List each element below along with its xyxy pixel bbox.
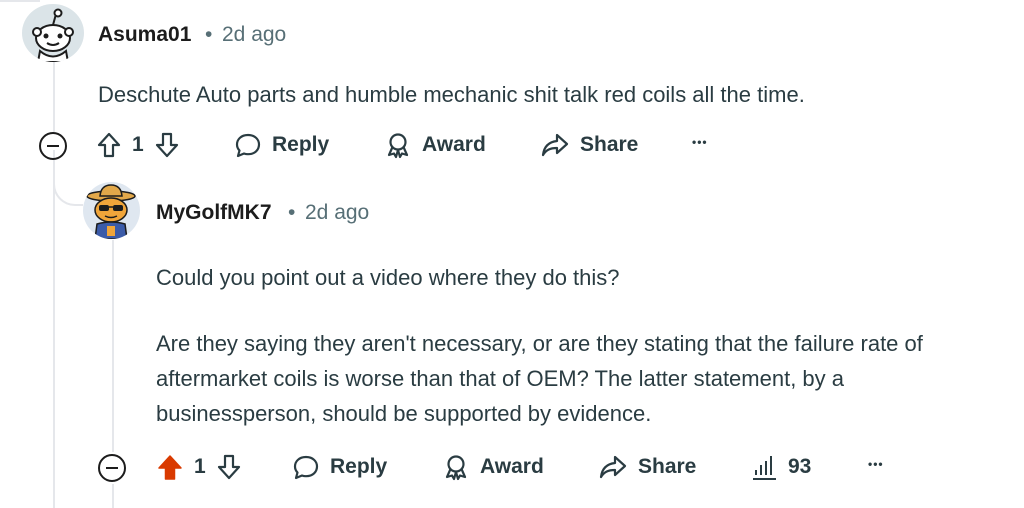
avatar[interactable] — [83, 182, 140, 239]
upvote-icon[interactable] — [96, 131, 122, 159]
comment-body-paragraph: Are they saying they aren't necessary, o… — [156, 331, 923, 426]
avatar[interactable] — [22, 4, 84, 62]
reply-button[interactable]: Reply — [292, 453, 387, 481]
award-button[interactable]: Award — [384, 131, 486, 159]
vote-controls: 1 — [96, 131, 180, 159]
thread-line-main-lower — [53, 162, 55, 508]
downvote-icon[interactable] — [154, 131, 180, 159]
collapse-thread-button[interactable] — [39, 132, 67, 160]
snoo-cowboy-avatar-icon — [86, 184, 136, 239]
comment-username[interactable]: Asuma01 — [98, 23, 191, 47]
more-options-button[interactable]: ••• — [868, 457, 884, 471]
vote-controls: 1 — [156, 453, 242, 481]
comment-body-paragraph: Could you point out a video where they d… — [156, 265, 620, 290]
comment-username[interactable]: MyGolfMK7 — [156, 201, 272, 225]
bar-chart-icon — [750, 453, 778, 481]
more-options-button[interactable]: ••• — [692, 135, 708, 149]
reply-label: Reply — [272, 133, 330, 156]
award-icon — [384, 131, 412, 159]
award-label: Award — [422, 133, 486, 156]
share-icon — [598, 453, 628, 481]
comment-timestamp[interactable]: 2d ago — [305, 201, 369, 225]
vote-score: 1 — [132, 133, 144, 156]
thread-line-top — [0, 0, 40, 2]
award-button[interactable]: Award — [442, 453, 544, 481]
thread-line-reply-lower — [112, 484, 114, 508]
comment-timestamp[interactable]: 2d ago — [222, 23, 286, 47]
reply-button[interactable]: Reply — [234, 131, 329, 159]
award-icon — [442, 453, 470, 481]
meta-separator: • — [288, 201, 296, 224]
share-icon — [540, 131, 570, 159]
insights-button[interactable]: 93 — [750, 453, 811, 481]
share-button[interactable]: Share — [598, 453, 696, 481]
share-label: Share — [638, 455, 697, 478]
downvote-icon[interactable] — [216, 453, 242, 481]
comment-body: Deschute Auto parts and humble mechanic … — [98, 82, 805, 107]
meta-separator: • — [205, 23, 213, 46]
upvote-icon[interactable] — [156, 453, 184, 481]
share-label: Share — [580, 133, 639, 156]
share-button[interactable]: Share — [540, 131, 638, 159]
snoo-avatar-icon — [32, 8, 74, 62]
thread-line-reply — [112, 240, 114, 452]
collapse-thread-button[interactable] — [98, 454, 126, 482]
reply-bubble-icon — [292, 453, 320, 481]
thread-line-main — [53, 62, 55, 132]
award-label: Award — [480, 455, 544, 478]
insights-count: 93 — [788, 455, 812, 478]
reply-label: Reply — [330, 455, 388, 478]
reply-bubble-icon — [234, 131, 262, 159]
vote-score: 1 — [194, 455, 206, 478]
